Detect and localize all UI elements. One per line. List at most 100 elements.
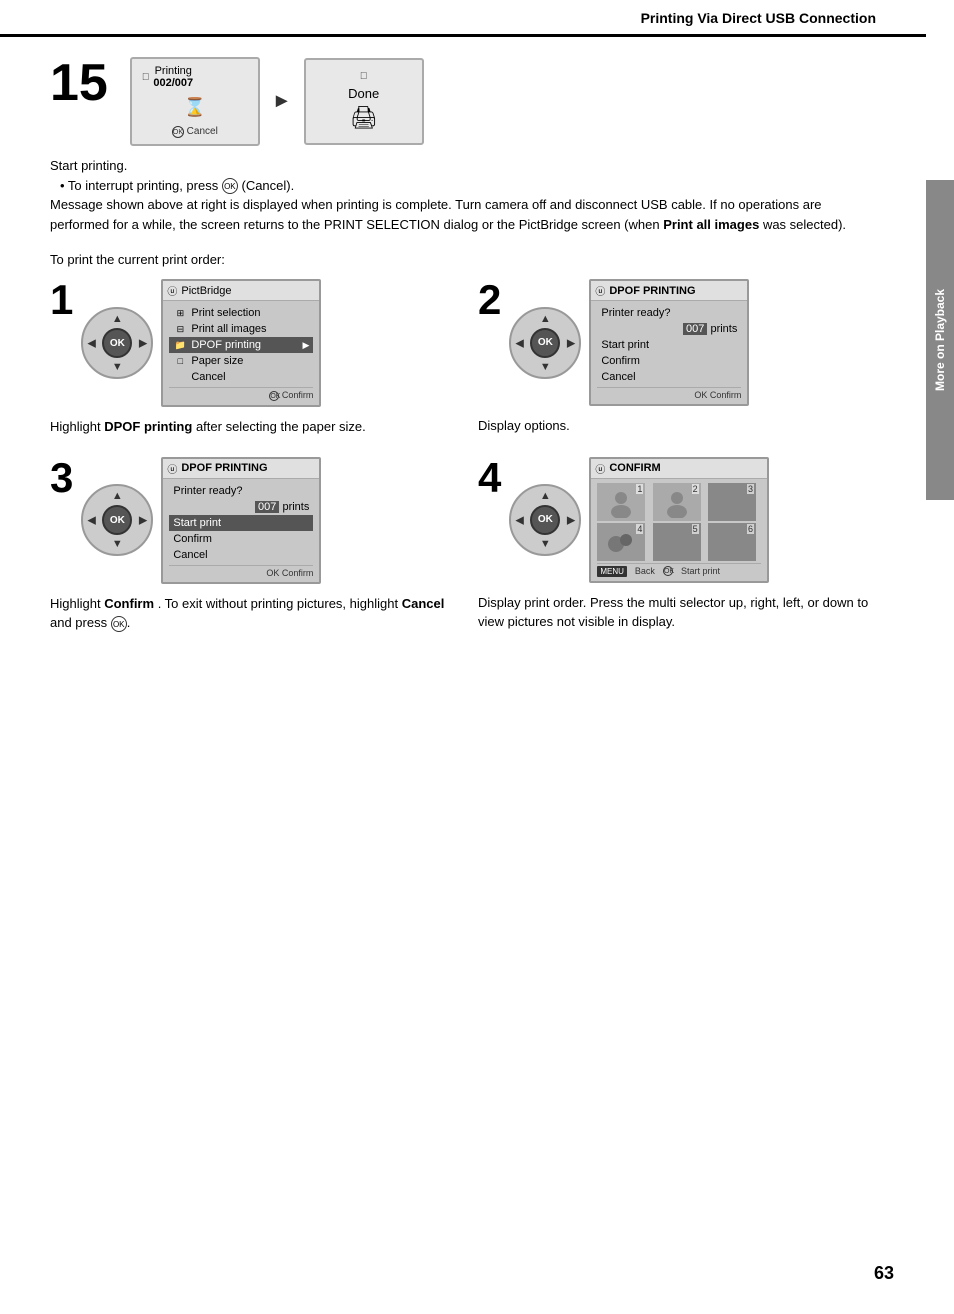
dpad-ok: OK [102, 328, 132, 358]
side-tab: More on Playback [926, 180, 954, 500]
step-15-screen1-content: ⌛ [142, 93, 248, 122]
cell-num-3: 3 [747, 484, 754, 494]
grid-full-icon: ⊟ [173, 324, 187, 335]
cell-num-5: 5 [692, 524, 699, 534]
ok-icon-s3: OK [266, 568, 279, 578]
menu-icon: MENU [597, 566, 627, 577]
pictbridge-header: ⓤ PictBridge [163, 281, 319, 301]
cell-num-1: 1 [636, 484, 643, 494]
dpad-left-s4: ◀ [515, 513, 523, 526]
grid-icon: ⊞ [173, 308, 187, 319]
confirm-cell-3: 3 [708, 483, 756, 521]
dpad-outer-s2: ▲ ▼ ◀ ▶ OK [509, 307, 581, 379]
dpad-outer-s4: ▲ ▼ ◀ ▶ OK [509, 484, 581, 556]
dpof-footer-s3: OK Confirm [169, 565, 313, 578]
wifi-icon-s2: ⓤ [595, 283, 605, 298]
step-4: 4 ▲ ▼ ◀ ▶ OK ⓤ [478, 457, 876, 633]
step-15-screen1-title: Printing 002/007 [153, 65, 193, 89]
step-3-content: ▲ ▼ ◀ ▶ OK ⓤ DPOF PRINTING Printer ready… [81, 457, 321, 584]
dpof-header-s3: ⓤ DPOF PRINTING [163, 459, 319, 479]
step-4-desc: Display print order. Press the multi sel… [478, 593, 876, 632]
confirm-cell-6: 6 [708, 523, 756, 561]
step-15-screen1-header:  Printing 002/007 [142, 65, 248, 89]
wifi-icon-s15s2:  [360, 71, 368, 82]
steps-grid: 1 ▲ ▼ ◀ ▶ OK [50, 279, 876, 633]
main-content: 1 5  Printing 002/007 ⌛ OK [0, 37, 926, 653]
step-15-screen2-header:  [316, 68, 412, 82]
to-print-text: To print the current print order: [50, 252, 876, 267]
dpad-outer: ▲ ▼ ◀ ▶ OK [81, 307, 153, 379]
dpof-confirm-s2: Confirm [597, 353, 741, 369]
menu-item-cancel-s1: Cancel [169, 369, 313, 385]
dpad-up-s4: ▲ [540, 490, 551, 502]
dpad-down-s3: ▼ [112, 538, 123, 550]
menu-item-dpof: 📁 DPOF printing ▶ [169, 337, 313, 353]
step-15-bullet: • To interrupt printing, press OK (Cance… [60, 176, 876, 196]
done-text: Done [316, 86, 412, 101]
dpad-right: ▶ [139, 337, 147, 350]
dpof-arrow: ▶ [302, 340, 309, 351]
step-15-screens:  Printing 002/007 ⌛ OK Cancel [130, 57, 424, 146]
wifi-icon-s15s1:  [142, 72, 150, 83]
dpad-left-s2: ◀ [515, 336, 523, 349]
step-1-header: 1 ▲ ▼ ◀ ▶ OK [50, 279, 448, 407]
dpad-down: ▼ [112, 361, 123, 373]
page-number: 63 [874, 1263, 894, 1284]
dpad-right-s4: ▶ [567, 513, 575, 526]
dpof-start-s2: Start print [597, 337, 741, 353]
dpad-down-s2: ▼ [540, 361, 551, 373]
dpof-prints-s3: 007 prints [169, 499, 313, 515]
transition-arrow: ► [272, 90, 292, 113]
dpad-outer-s3: ▲ ▼ ◀ ▶ OK [81, 484, 153, 556]
step-2-header: 2 ▲ ▼ ◀ ▶ OK ⓤ DPOF P [478, 279, 876, 406]
step-4-content: ▲ ▼ ◀ ▶ OK ⓤ CONFIRM [509, 457, 769, 583]
hourglass-icon: ⌛ [142, 97, 248, 118]
step-2-content: ▲ ▼ ◀ ▶ OK ⓤ DPOF PRINTING Printer ready… [509, 279, 749, 406]
step-2-desc: Display options. [478, 416, 876, 436]
dpad-ok-s2: OK [530, 328, 560, 358]
step-15-cancel: OK Cancel [142, 126, 248, 138]
menu-item-paper: □ Paper size [169, 353, 313, 369]
dpof-header-s2: ⓤ DPOF PRINTING [591, 281, 747, 301]
dpad-down-s4: ▼ [540, 538, 551, 550]
step-3-number: 3 [50, 457, 73, 499]
step-2: 2 ▲ ▼ ◀ ▶ OK ⓤ DPOF P [478, 279, 876, 437]
dpad-ok-s4: OK [530, 505, 560, 535]
ok-circle-s3: OK [111, 616, 127, 632]
dpof-cancel-s2: Cancel [597, 369, 741, 385]
cell-num-4: 4 [636, 524, 643, 534]
step-2-dpad: ▲ ▼ ◀ ▶ OK [509, 307, 581, 379]
page-title: Printing Via Direct USB Connection [641, 10, 876, 26]
printer-icon: 🖨 [316, 105, 412, 131]
cell-num-2: 2 [692, 484, 699, 494]
dpof-printer-ready-s2: Printer ready? [597, 305, 741, 321]
pictbridge-title: PictBridge [181, 285, 231, 297]
dpad-right-s2: ▶ [567, 336, 575, 349]
wifi-icon-s3: ⓤ [167, 461, 177, 476]
step-3: 3 ▲ ▼ ◀ ▶ OK ⓤ DPOF P [50, 457, 448, 633]
step-1-desc: Highlight DPOF printing after selecting … [50, 417, 448, 437]
dpad-left: ◀ [87, 337, 95, 350]
dpad-up: ▲ [112, 313, 123, 325]
confirm-image-grid: 1 2 3 [597, 483, 761, 561]
ok-icon-s1: OK [269, 391, 279, 401]
step-3-dpad: ▲ ▼ ◀ ▶ OK [81, 484, 153, 556]
step-4-dpad: ▲ ▼ ◀ ▶ OK [509, 484, 581, 556]
step-1-content: ▲ ▼ ◀ ▶ OK ⓤ PictBridge [81, 279, 321, 407]
menu-item-print-selection: ⊞ Print selection [169, 305, 313, 321]
confirm-header: ⓤ CONFIRM [591, 459, 767, 479]
dpof-confirm-s3: Confirm [169, 531, 313, 547]
step-2-lcd: ⓤ DPOF PRINTING Printer ready? 007 print… [589, 279, 749, 406]
dpof-footer-s2: OK Confirm [597, 387, 741, 400]
dpof-start-s3: Start print [169, 515, 313, 531]
dpof-printer-ready-s3: Printer ready? [169, 483, 313, 499]
step-4-number: 4 [478, 457, 501, 499]
step-1-dpad: ▲ ▼ ◀ ▶ OK [81, 307, 153, 379]
ok-icon: OK [172, 126, 184, 138]
dpad-left-s3: ◀ [87, 514, 95, 527]
dpad-right-s3: ▶ [139, 514, 147, 527]
step-15-screen1:  Printing 002/007 ⌛ OK Cancel [130, 57, 260, 146]
folder-icon: 📁 [173, 340, 187, 351]
step-3-desc: Highlight Confirm . To exit without prin… [50, 594, 448, 633]
confirm-cell-1: 1 [597, 483, 645, 521]
